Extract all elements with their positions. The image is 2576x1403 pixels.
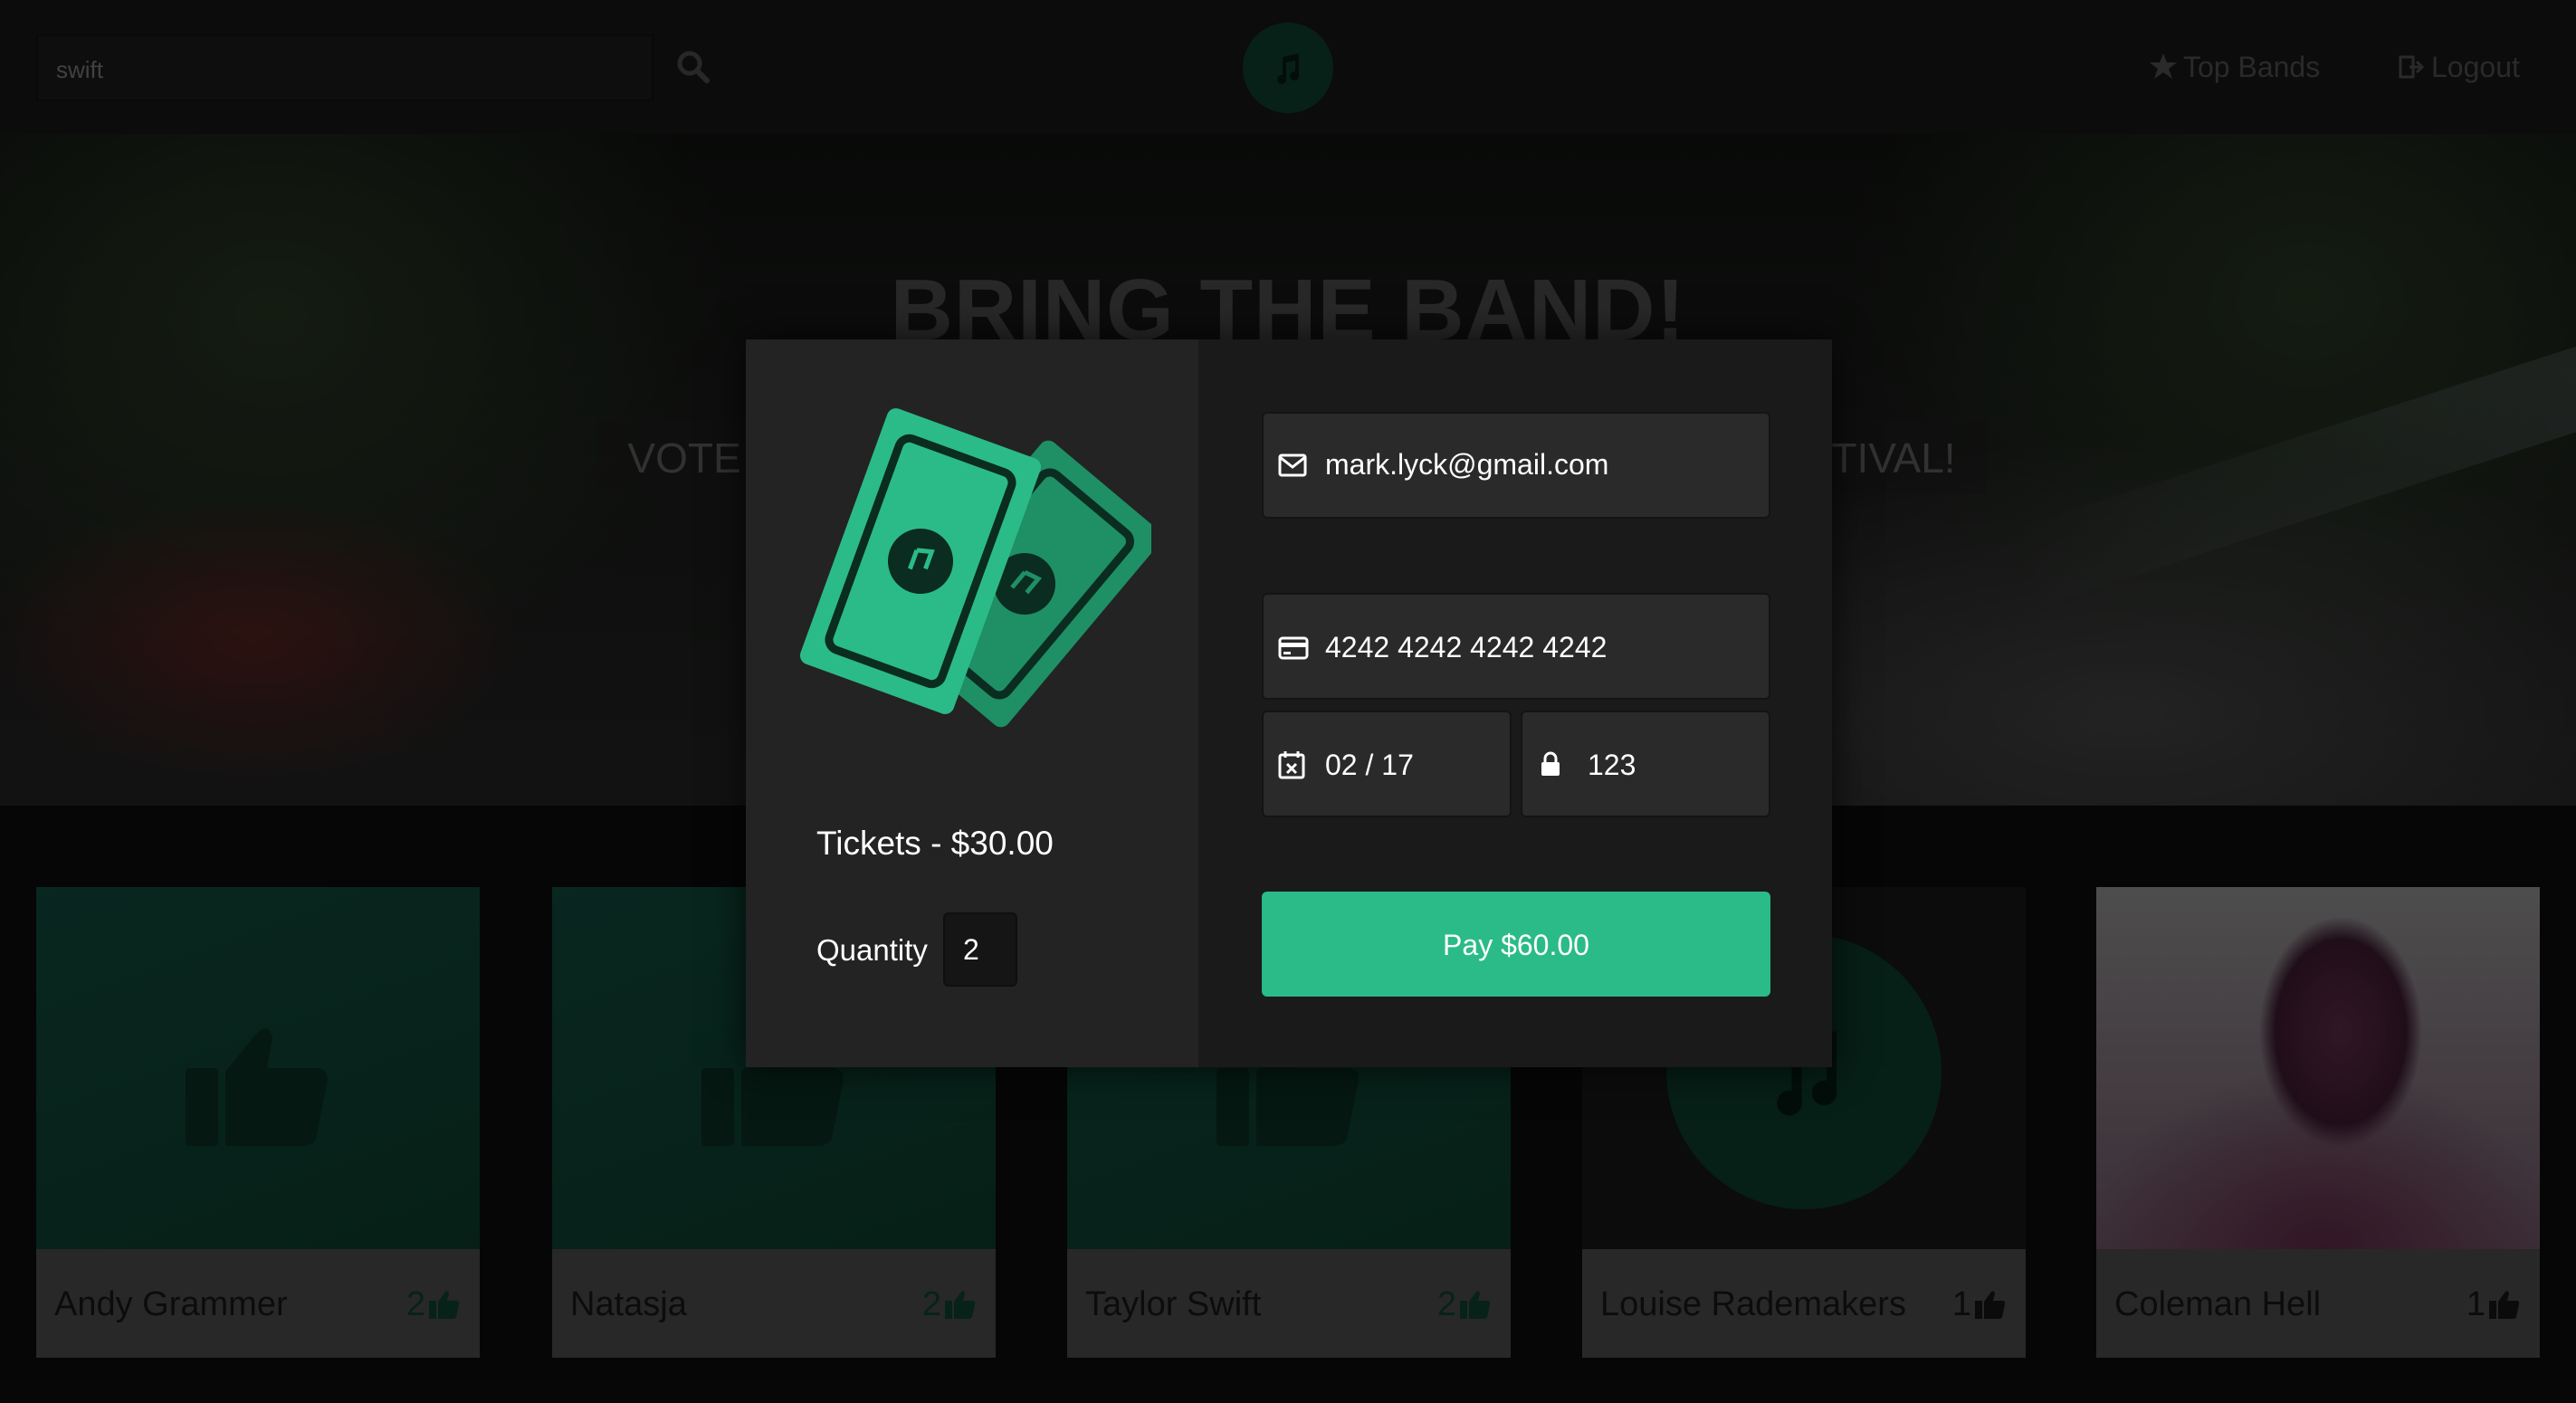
- band-name: Coleman Hell: [2114, 1285, 2322, 1323]
- logout-label: Logout: [2431, 51, 2520, 83]
- band-info-bar: Natasja 2: [552, 1249, 996, 1358]
- ticket-summary-panel: Tickets - $30.00 Quantity 2: [746, 339, 1198, 1067]
- vote-count: 1: [1951, 1285, 1971, 1323]
- vote-button[interactable]: 1: [1952, 1285, 2006, 1324]
- card-number-field[interactable]: 4242 4242 4242 4242: [1262, 593, 1770, 700]
- hero-subtitle-left: VOTE: [627, 434, 741, 482]
- search-input[interactable]: swift: [36, 34, 654, 101]
- thumbs-up-icon: [945, 1291, 976, 1319]
- search-input-value: swift: [56, 56, 103, 83]
- star-icon: [2150, 53, 2177, 79]
- thumbs-up-icon: [1460, 1291, 1491, 1319]
- stage-light-beam: [2012, 317, 2576, 607]
- band-image: [36, 887, 480, 1249]
- thumbs-up-icon: [429, 1291, 460, 1319]
- calendar-icon: [1278, 751, 1305, 779]
- top-bands-link[interactable]: Top Bands: [2149, 51, 2320, 84]
- tickets-icon: [799, 408, 1151, 728]
- vote-button[interactable]: 2: [406, 1285, 460, 1324]
- cvc-value: 123: [1588, 749, 1636, 781]
- card-number-value: 4242 4242 4242 4242: [1325, 631, 1608, 663]
- vote-button[interactable]: 1: [2466, 1285, 2520, 1324]
- vote-count: 1: [2466, 1285, 2485, 1323]
- band-info-bar: Taylor Swift 2: [1067, 1249, 1511, 1358]
- envelope-icon: [1278, 453, 1307, 477]
- vote-button[interactable]: 2: [1437, 1285, 1491, 1324]
- band-info-bar: Coleman Hell 1: [2096, 1249, 2540, 1358]
- expiry-value: 02 / 17: [1325, 749, 1414, 781]
- ticket-price-label: Tickets - $30.00: [816, 825, 1054, 862]
- band-card[interactable]: Andy Grammer 2: [36, 887, 480, 1358]
- vote-count: 2: [1436, 1285, 1456, 1323]
- logout-icon: [2399, 55, 2425, 79]
- band-name: Natasja: [570, 1285, 687, 1323]
- thumbs-up-icon: [1975, 1291, 2006, 1319]
- top-bands-label: Top Bands: [2183, 51, 2321, 83]
- thumbs-up-icon: [186, 1028, 328, 1146]
- top-navbar: swift Top Bands Logout: [0, 0, 2576, 134]
- hero-subtitle-right: TIVAL!: [1831, 434, 1956, 482]
- quantity-input[interactable]: 2: [943, 912, 1017, 987]
- band-name: Andy Grammer: [54, 1285, 288, 1323]
- expiry-field[interactable]: 02 / 17: [1262, 711, 1512, 817]
- quantity-label: Quantity: [816, 933, 928, 967]
- credit-card-icon: [1278, 636, 1309, 660]
- thumbs-up-icon: [2489, 1291, 2520, 1319]
- search-icon[interactable]: [675, 49, 711, 85]
- payment-form-panel: mark.lyck@gmail.com 4242 4242 4242 4242 …: [1198, 339, 1832, 1067]
- email-value: mark.lyck@gmail.com: [1325, 448, 1609, 481]
- band-photo: [2096, 887, 2540, 1249]
- music-note-icon: [1277, 53, 1300, 84]
- checkout-modal: Tickets - $30.00 Quantity 2 mark.lyck@gm…: [746, 339, 1832, 1067]
- lock-icon: [1541, 751, 1560, 776]
- band-name: Taylor Swift: [1085, 1285, 1262, 1323]
- vote-count: 2: [921, 1285, 941, 1323]
- pay-button[interactable]: Pay $60.00: [1262, 892, 1770, 997]
- vote-button[interactable]: 2: [922, 1285, 976, 1324]
- logout-link[interactable]: Logout: [2399, 51, 2520, 84]
- email-field[interactable]: mark.lyck@gmail.com: [1262, 412, 1770, 519]
- band-card[interactable]: Coleman Hell 1: [2096, 887, 2540, 1358]
- cvc-field[interactable]: 123: [1521, 711, 1770, 817]
- home-logo[interactable]: [1243, 23, 1333, 113]
- band-name: Louise Rademakers: [1600, 1285, 1906, 1323]
- band-info-bar: Andy Grammer 2: [36, 1249, 480, 1358]
- vote-count: 2: [405, 1285, 425, 1323]
- band-info-bar: Louise Rademakers 1: [1582, 1249, 2026, 1358]
